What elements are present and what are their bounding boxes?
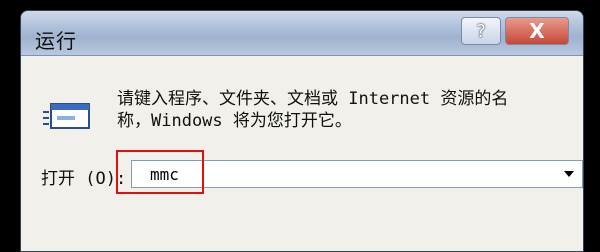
window-title: 运行 <box>35 29 77 53</box>
close-button[interactable]: X <box>505 17 569 45</box>
open-input-value[interactable]: mmc <box>150 165 179 184</box>
title-bar[interactable]: 运行 ? X <box>21 11 583 56</box>
description-line-1: 请键入程序、文件夹、文档或 Internet 资源的名 <box>117 89 509 109</box>
open-label: 打开 (O): <box>41 169 127 189</box>
open-combobox[interactable]: mmc <box>131 160 583 188</box>
run-dialog-window: 运行 ? X 请键入程序、文件夹、文档或 Internet 资源的名 称，Win… <box>20 10 584 252</box>
run-icon <box>43 103 90 129</box>
dialog-description: 请键入程序、文件夹、文档或 Internet 资源的名 称，Windows 将为… <box>117 88 577 132</box>
description-line-2: 称，Windows 将为您打开它。 <box>117 111 352 131</box>
help-icon: ? <box>476 20 486 42</box>
chevron-down-icon[interactable] <box>564 171 574 177</box>
close-icon: X <box>529 19 545 43</box>
dialog-content: 请键入程序、文件夹、文档或 Internet 资源的名 称，Windows 将为… <box>21 56 583 251</box>
help-button[interactable]: ? <box>461 17 501 45</box>
